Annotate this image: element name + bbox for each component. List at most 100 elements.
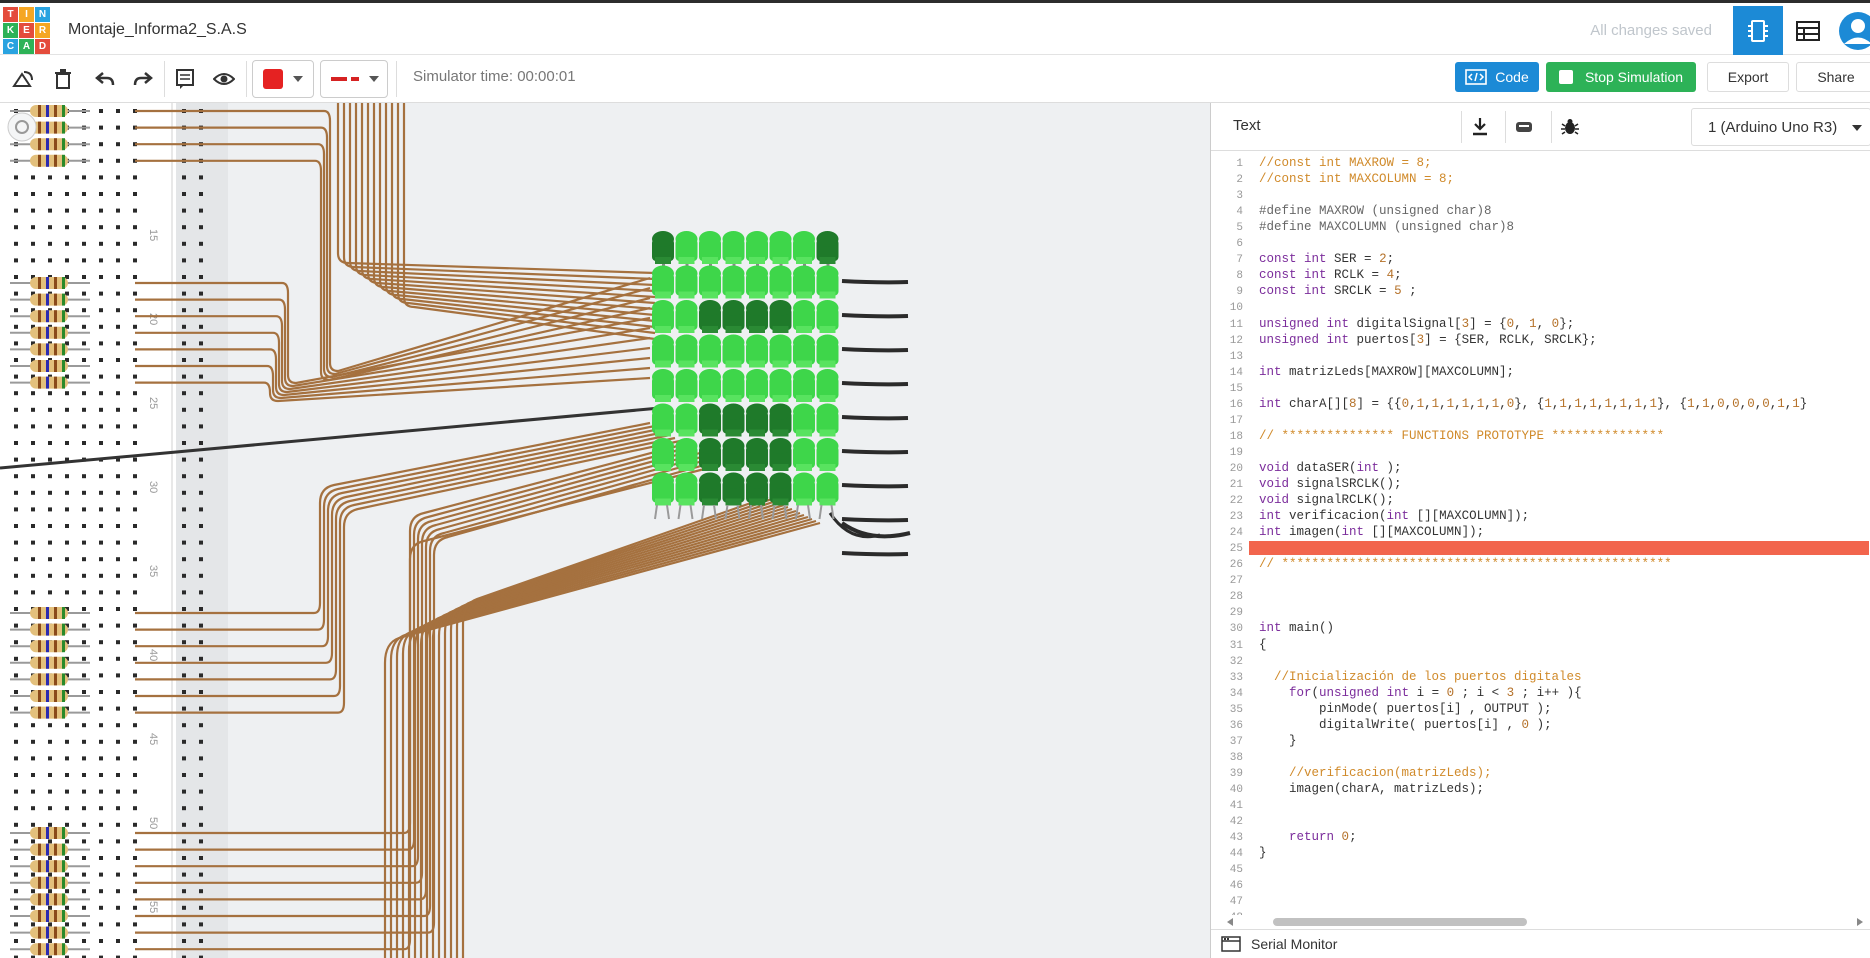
export-button[interactable]: Export	[1707, 62, 1789, 92]
breadboard-hole	[133, 258, 137, 263]
led-dome	[816, 438, 839, 454]
code-button[interactable]: Code	[1455, 62, 1539, 92]
code-line[interactable]: 2 //const int MAXCOLUMN = 8;	[1211, 171, 1870, 187]
code-line[interactable]: 40 imagen(charA, matrizLeds);	[1211, 781, 1870, 797]
code-line[interactable]: 22 void signalRCLK();	[1211, 492, 1870, 508]
horizontal-scrollbar[interactable]	[1225, 915, 1865, 929]
line-number: 23	[1229, 511, 1243, 524]
code-line[interactable]: 19	[1211, 444, 1870, 460]
code-line[interactable]: 42	[1211, 813, 1870, 829]
notes-button[interactable]	[170, 64, 200, 94]
redo-button[interactable]	[128, 64, 158, 94]
breadboard-hole	[65, 739, 69, 744]
code-line[interactable]: 39 //verificacion(matrizLeds);	[1211, 765, 1870, 781]
circuit-drawing[interactable]: 15 20 25 30 35 40 45 50 55	[0, 103, 1210, 958]
code-line[interactable]: 43 return 0;	[1211, 829, 1870, 845]
code-line[interactable]: 13	[1211, 348, 1870, 364]
code-line[interactable]: 24 int imagen(int [][MAXCOLUMN]);	[1211, 524, 1870, 540]
circuit-view-button[interactable]	[1733, 6, 1783, 56]
circuit-canvas[interactable]: 15 20 25 30 35 40 45 50 55	[0, 103, 1210, 958]
breadboard-hole	[14, 856, 18, 860]
code-line[interactable]: 33 //Inicialización de los puertos digit…	[1211, 669, 1870, 685]
code-line[interactable]: 45	[1211, 861, 1870, 877]
breadboard-channel	[176, 103, 228, 958]
code-line[interactable]: 20 void dataSER(int );	[1211, 460, 1870, 476]
breadboard-hole	[133, 507, 137, 512]
breadboard-hole	[14, 507, 18, 512]
code-line[interactable]: 15	[1211, 380, 1870, 396]
led-dome	[675, 472, 698, 489]
code-line[interactable]: 16 int charA[][8] = {{0,1,1,1,1,1,1,0}, {…	[1211, 396, 1870, 412]
fill-color-dropdown[interactable]	[252, 60, 314, 98]
code-line[interactable]: 36 digitalWrite( puertos[i] , 0 );	[1211, 717, 1870, 733]
code-line[interactable]: 46	[1211, 877, 1870, 893]
code-line[interactable]: 29	[1211, 604, 1870, 620]
code-line[interactable]: 14 int matrizLeds[MAXROW][MAXCOLUMN];	[1211, 364, 1870, 380]
code-line[interactable]: 34 for(unsigned int i = 0 ; i < 3 ; i++ …	[1211, 685, 1870, 701]
code-line[interactable]: 9 const int SRCLK = 5 ;	[1211, 283, 1870, 299]
rotate-button[interactable]	[8, 64, 38, 94]
code-line[interactable]: 35 pinMode( puertos[i] , OUTPUT );	[1211, 701, 1870, 717]
breadboard-hole	[182, 905, 186, 910]
code-line[interactable]: 6	[1211, 235, 1870, 251]
code-line[interactable]: 4 #define MAXROW (unsigned char)8	[1211, 203, 1870, 219]
code-line[interactable]: 30 int main()	[1211, 620, 1870, 636]
code-line[interactable]: 12 unsigned int puertos[3] = {SER, RCLK, …	[1211, 332, 1870, 348]
code-line[interactable]: 5 #define MAXCOLUMN (unsigned char)8	[1211, 219, 1870, 235]
code-line[interactable]: 26 // ***********************************…	[1211, 556, 1870, 572]
breadboard-hole	[99, 142, 103, 147]
code-line[interactable]: 8 const int RCLK = 4;	[1211, 267, 1870, 283]
code-line[interactable]: 10	[1211, 299, 1870, 315]
breadboard-hole	[82, 773, 86, 777]
code-line[interactable]: 7 const int SER = 2;	[1211, 251, 1870, 267]
resistor-band	[54, 910, 57, 922]
code-line[interactable]: 38	[1211, 749, 1870, 765]
breadboard-hole	[199, 241, 203, 246]
share-button[interactable]: Share	[1796, 62, 1870, 92]
breadboard-hole	[116, 358, 120, 362]
code-line[interactable]: 11 unsigned int digitalSignal[3] = {0, 1,…	[1211, 316, 1870, 332]
delete-button[interactable]	[48, 64, 78, 94]
breadboard-hole	[182, 623, 186, 628]
resistor-band	[54, 943, 57, 956]
device-select[interactable]: 1 (Arduino Uno R3)	[1691, 108, 1870, 146]
code-line[interactable]: 1 //const int MAXROW = 8;	[1211, 155, 1870, 171]
code-line[interactable]: 3	[1211, 187, 1870, 203]
breadboard-hole	[133, 806, 137, 811]
stop-simulation-button[interactable]: Stop Simulation	[1546, 62, 1696, 92]
code-line[interactable]: 37 }	[1211, 733, 1870, 749]
breadboard-hole	[14, 623, 18, 628]
tinkercad-logo[interactable]: TIN KER CAD	[3, 7, 50, 54]
code-line[interactable]: 25	[1211, 540, 1870, 556]
visibility-button[interactable]	[209, 64, 239, 94]
code-line[interactable]: 28	[1211, 588, 1870, 604]
code-line[interactable]: 44}	[1211, 845, 1870, 861]
upload-to-board-button[interactable]	[1505, 111, 1541, 143]
code-line[interactable]: 21 void signalSRCLK();	[1211, 476, 1870, 492]
code-line[interactable]: 41	[1211, 797, 1870, 813]
undo-button[interactable]	[90, 64, 120, 94]
code-line[interactable]: 23 int verificacion(int [][MAXCOLUMN]);	[1211, 508, 1870, 524]
breadboard-hole	[14, 656, 18, 661]
code-line[interactable]: 31 {	[1211, 637, 1870, 653]
breadboard-row-label: 15	[147, 229, 159, 241]
project-title[interactable]: Montaje_Informa2_S.A.S	[68, 21, 247, 39]
breadboard-hole	[199, 789, 203, 794]
code-line[interactable]: 47	[1211, 893, 1870, 909]
breadboard-hole	[99, 192, 103, 196]
code-line[interactable]: 32	[1211, 653, 1870, 669]
code-line[interactable]: 27	[1211, 572, 1870, 588]
component-list-button[interactable]	[1783, 6, 1833, 56]
user-avatar[interactable]	[1833, 6, 1870, 56]
debugger-button[interactable]	[1551, 111, 1587, 143]
code-editor[interactable]: 1 //const int MAXROW = 8; 2 //const int MAX…	[1211, 155, 1870, 915]
serial-monitor-bar[interactable]: Serial Monitor	[1211, 929, 1870, 958]
breadboard-hole	[82, 275, 86, 279]
code-mode-dropdown[interactable]: Text	[1233, 117, 1261, 134]
download-code-button[interactable]	[1461, 111, 1497, 143]
breadboard-hole	[14, 490, 18, 495]
code-line[interactable]: 17	[1211, 412, 1870, 428]
wire-style-dropdown[interactable]	[320, 60, 388, 98]
resistor-band	[54, 105, 57, 117]
code-line[interactable]: 18 // *************** FUNCTIONS PROTOTYPE…	[1211, 428, 1870, 444]
